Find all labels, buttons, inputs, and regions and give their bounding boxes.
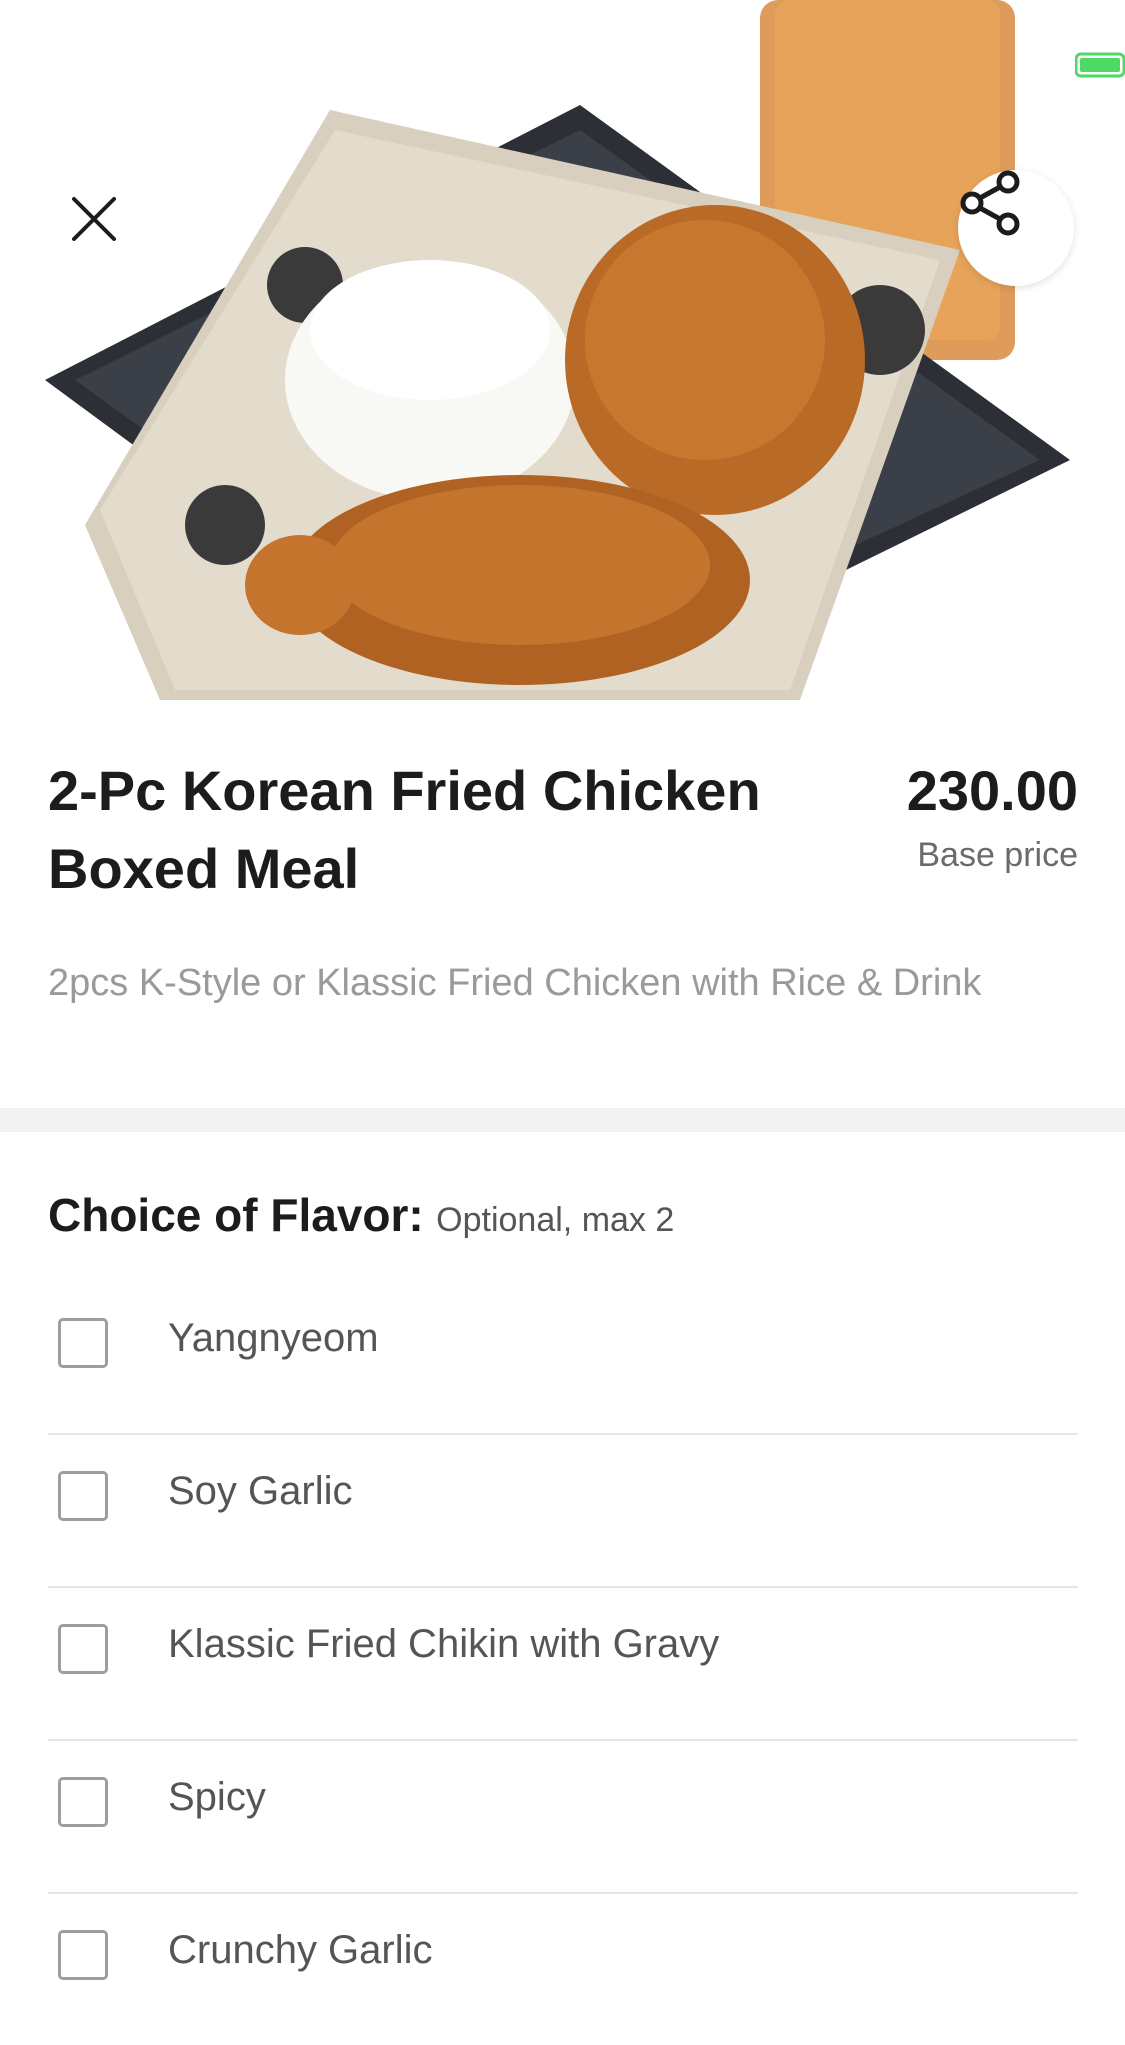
flavor-option[interactable]: Spicy bbox=[48, 1741, 1078, 1894]
product-description: 2pcs K-Style or Klassic Fried Chicken wi… bbox=[48, 962, 982, 1004]
product-title: 2-Pc Korean Fried Chicken Boxed Meal bbox=[48, 759, 761, 900]
flavor-section-title: Choice of Flavor: bbox=[48, 1189, 424, 1241]
share-button[interactable] bbox=[958, 170, 1074, 286]
flavor-options-list: Yangnyeom Soy Garlic Klassic Fried Chiki… bbox=[48, 1282, 1078, 2045]
product-price: 230.00 bbox=[906, 759, 1078, 822]
close-icon bbox=[72, 197, 116, 241]
section-divider bbox=[0, 1108, 1125, 1132]
fried-chicken-meal-photo bbox=[45, 0, 1070, 700]
flavor-section-subtitle: Optional, max 2 bbox=[436, 1201, 675, 1239]
flavor-option-label: Yangnyeom bbox=[168, 1316, 379, 1360]
flavor-checkbox[interactable] bbox=[58, 1471, 108, 1521]
share-icon bbox=[960, 170, 1020, 236]
flavor-option-label: Klassic Fried Chikin with Gravy bbox=[168, 1622, 720, 1666]
flavor-option[interactable]: Soy Garlic bbox=[48, 1435, 1078, 1588]
flavor-checkbox[interactable] bbox=[58, 1624, 108, 1674]
product-header: 2-Pc Korean Fried Chicken Boxed Meal 230… bbox=[48, 752, 1078, 908]
hero-image bbox=[0, 0, 1125, 700]
flavor-section-header: Choice of Flavor: Optional, max 2 bbox=[48, 1185, 674, 1257]
battery-icon bbox=[1075, 52, 1125, 78]
flavor-checkbox[interactable] bbox=[58, 1930, 108, 1980]
price-block: 230.00 Base price bbox=[907, 752, 1078, 908]
flavor-checkbox[interactable] bbox=[58, 1777, 108, 1827]
flavor-option[interactable]: Crunchy Garlic bbox=[48, 1894, 1078, 2045]
flavor-checkbox[interactable] bbox=[58, 1318, 108, 1368]
close-button[interactable] bbox=[70, 195, 146, 271]
flavor-option[interactable]: Klassic Fried Chikin with Gravy bbox=[48, 1588, 1078, 1741]
flavor-option-label: Soy Garlic bbox=[168, 1469, 353, 1513]
price-label: Base price bbox=[917, 836, 1078, 874]
flavor-option[interactable]: Yangnyeom bbox=[48, 1282, 1078, 1435]
flavor-option-label: Spicy bbox=[168, 1775, 266, 1819]
flavor-option-label: Crunchy Garlic bbox=[168, 1928, 433, 1972]
